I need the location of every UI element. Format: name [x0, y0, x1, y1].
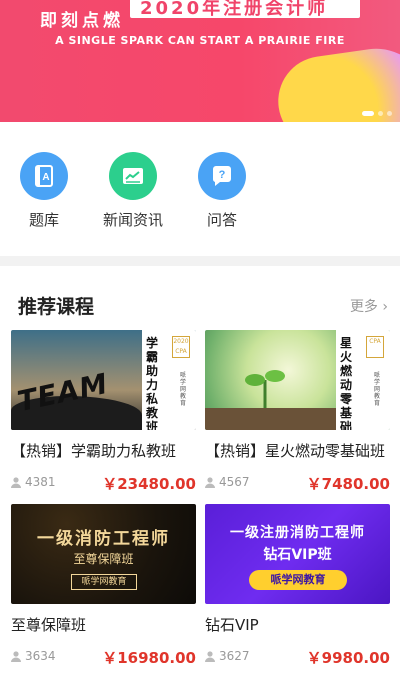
thumb-subheading: 至尊保障班: [73, 552, 134, 566]
section-title: 推荐课程: [18, 296, 95, 318]
svg-text:A: A: [42, 172, 49, 183]
more-label: 更多: [349, 299, 378, 315]
badge-text: CPA: [369, 338, 381, 345]
pager-dot[interactable]: [387, 111, 392, 116]
quick-nav: A 题库 新闻资讯 ? 问答: [0, 122, 400, 256]
question-bank-icon: A: [20, 152, 68, 200]
banner-year-title: 2020年注册会计师: [140, 0, 329, 19]
user-icon: [205, 650, 215, 662]
course-thumbnail: 一级消防工程师 至尊保障班 哌学网教育: [11, 504, 196, 604]
banner-slogan: A SINGLE SPARK CAN START A PRAIRIE FIRE: [55, 34, 345, 47]
user-icon: [205, 476, 215, 488]
sales-count: 4381: [25, 475, 56, 489]
banner-headline: 即刻点燃: [40, 11, 124, 31]
nav-label: 新闻资讯: [102, 211, 163, 229]
nav-item-question-bank[interactable]: A 题库: [4, 152, 84, 230]
svg-text:?: ?: [219, 169, 226, 181]
thumb-badge: 2020 CPA: [172, 336, 190, 358]
course-meta: 4567 ￥7480.00: [205, 475, 390, 493]
thumb-brand: 哌学网教育: [180, 372, 187, 407]
sales-count: 3634: [25, 649, 56, 663]
course-title[interactable]: 至尊保障班: [11, 614, 196, 635]
chevron-right-icon: ›: [382, 299, 388, 315]
recommended-courses: 推荐课程 更多 › TEAM 学霸助力私教班 2020 CPA 哌学网教育 【热…: [0, 266, 400, 700]
course-thumbnail: TEAM 学霸助力私教班 2020 CPA 哌学网教育: [11, 330, 196, 430]
course-sales: 3634: [11, 649, 56, 663]
thumb-subheading: 钻石VIP班: [263, 547, 332, 563]
thumb-brand: 哌学网教育: [249, 570, 347, 590]
badge-text: CPA: [175, 348, 187, 355]
badge-year: 2020: [173, 338, 189, 345]
nav-item-qa[interactable]: ? 问答: [182, 152, 262, 230]
user-icon: [11, 650, 21, 662]
course-card[interactable]: 星火燃动零基础 CPA 哌学网教育 【热销】星火燃动零基础班 4567 ￥748…: [205, 330, 390, 493]
thumb-vertical-title: 星火燃动零基础: [340, 336, 353, 430]
course-sales: 4567: [205, 475, 250, 489]
user-icon: [11, 476, 21, 488]
course-title[interactable]: 【热销】星火燃动零基础班: [205, 440, 390, 461]
course-meta: 3627 ￥9980.00: [205, 649, 390, 667]
nav-label: 问答: [206, 211, 237, 229]
course-thumbnail: 一级注册消防工程师 钻石VIP班 哌学网教育: [205, 504, 390, 604]
banner-decoration: [272, 41, 400, 122]
course-sales: 4381: [11, 475, 56, 489]
qa-icon: ?: [198, 152, 246, 200]
carousel-pager[interactable]: [362, 111, 392, 116]
more-link[interactable]: 更多 ›: [350, 296, 388, 316]
thumb-vertical-title: 学霸助力私教班: [146, 336, 159, 430]
course-thumbnail: 星火燃动零基础 CPA 哌学网教育: [205, 330, 390, 430]
promo-banner[interactable]: 2020年注册会计师 即刻点燃 A SINGLE SPARK CAN START…: [0, 0, 400, 122]
course-meta: 4381 ￥23480.00: [11, 475, 196, 493]
course-card[interactable]: 一级注册消防工程师 钻石VIP班 哌学网教育 钻石VIP 3627 ￥9980.…: [205, 504, 390, 667]
course-price: ￥7480.00: [306, 475, 390, 493]
nav-label: 题库: [28, 211, 59, 229]
course-meta: 3634 ￥16980.00: [11, 649, 196, 667]
course-price: ￥23480.00: [102, 475, 196, 493]
thumb-brand: 哌学网教育: [71, 574, 137, 590]
course-card[interactable]: 一级消防工程师 至尊保障班 哌学网教育 至尊保障班 3634 ￥16980.00: [11, 504, 196, 667]
sprout-icon: [245, 370, 285, 408]
thumb-art: [205, 408, 336, 430]
pager-dot-active[interactable]: [362, 111, 374, 116]
thumb-badge: CPA: [366, 336, 384, 358]
sales-count: 3627: [219, 649, 250, 663]
sales-count: 4567: [219, 475, 250, 489]
thumb-brand: 哌学网教育: [374, 372, 381, 407]
course-card[interactable]: TEAM 学霸助力私教班 2020 CPA 哌学网教育 【热销】学霸助力私教班 …: [11, 330, 196, 493]
course-title[interactable]: 钻石VIP: [205, 614, 390, 635]
course-title[interactable]: 【热销】学霸助力私教班: [11, 440, 196, 461]
nav-item-news[interactable]: 新闻资讯: [93, 152, 173, 230]
news-icon: [109, 152, 157, 200]
pager-dot[interactable]: [378, 111, 383, 116]
thumb-heading: 一级注册消防工程师: [230, 525, 365, 541]
course-sales: 3627: [205, 649, 250, 663]
thumb-heading: 一级消防工程师: [37, 529, 170, 549]
course-price: ￥16980.00: [102, 649, 196, 667]
course-price: ￥9980.00: [306, 649, 390, 667]
